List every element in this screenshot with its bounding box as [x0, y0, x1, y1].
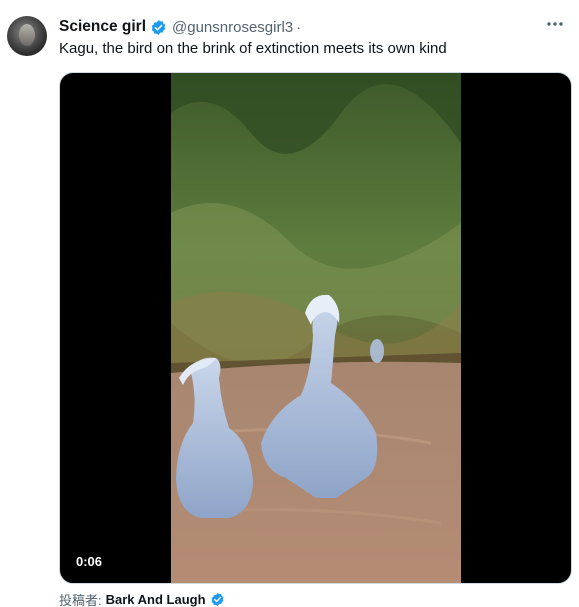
tweet-card: Science girl @gunsnrosesgirl3 · Kagu, th… — [0, 0, 579, 607]
video-duration: 0:06 — [69, 551, 110, 572]
more-options-icon — [547, 22, 563, 26]
video-player[interactable]: 0:06 — [59, 72, 572, 584]
tweet-header: Science girl @gunsnrosesgirl3 · — [59, 17, 301, 37]
author-handle[interactable]: @gunsnrosesgirl3 — [172, 19, 293, 36]
verified-badge-icon — [210, 592, 225, 607]
video-frame — [171, 73, 461, 583]
verified-badge-icon — [150, 19, 167, 36]
avatar[interactable] — [7, 16, 47, 56]
more-options-button[interactable] — [543, 14, 567, 34]
tweet-text: Kagu, the bird on the brink of extinctio… — [59, 40, 447, 57]
attribution-label: 投稿者: — [59, 593, 102, 607]
header-separator: · — [296, 18, 302, 36]
video-attribution: 投稿者: Bark And Laugh — [59, 590, 225, 607]
avatar-face — [19, 24, 35, 46]
attribution-author[interactable]: Bark And Laugh — [106, 592, 206, 607]
author-name[interactable]: Science girl — [59, 18, 146, 36]
